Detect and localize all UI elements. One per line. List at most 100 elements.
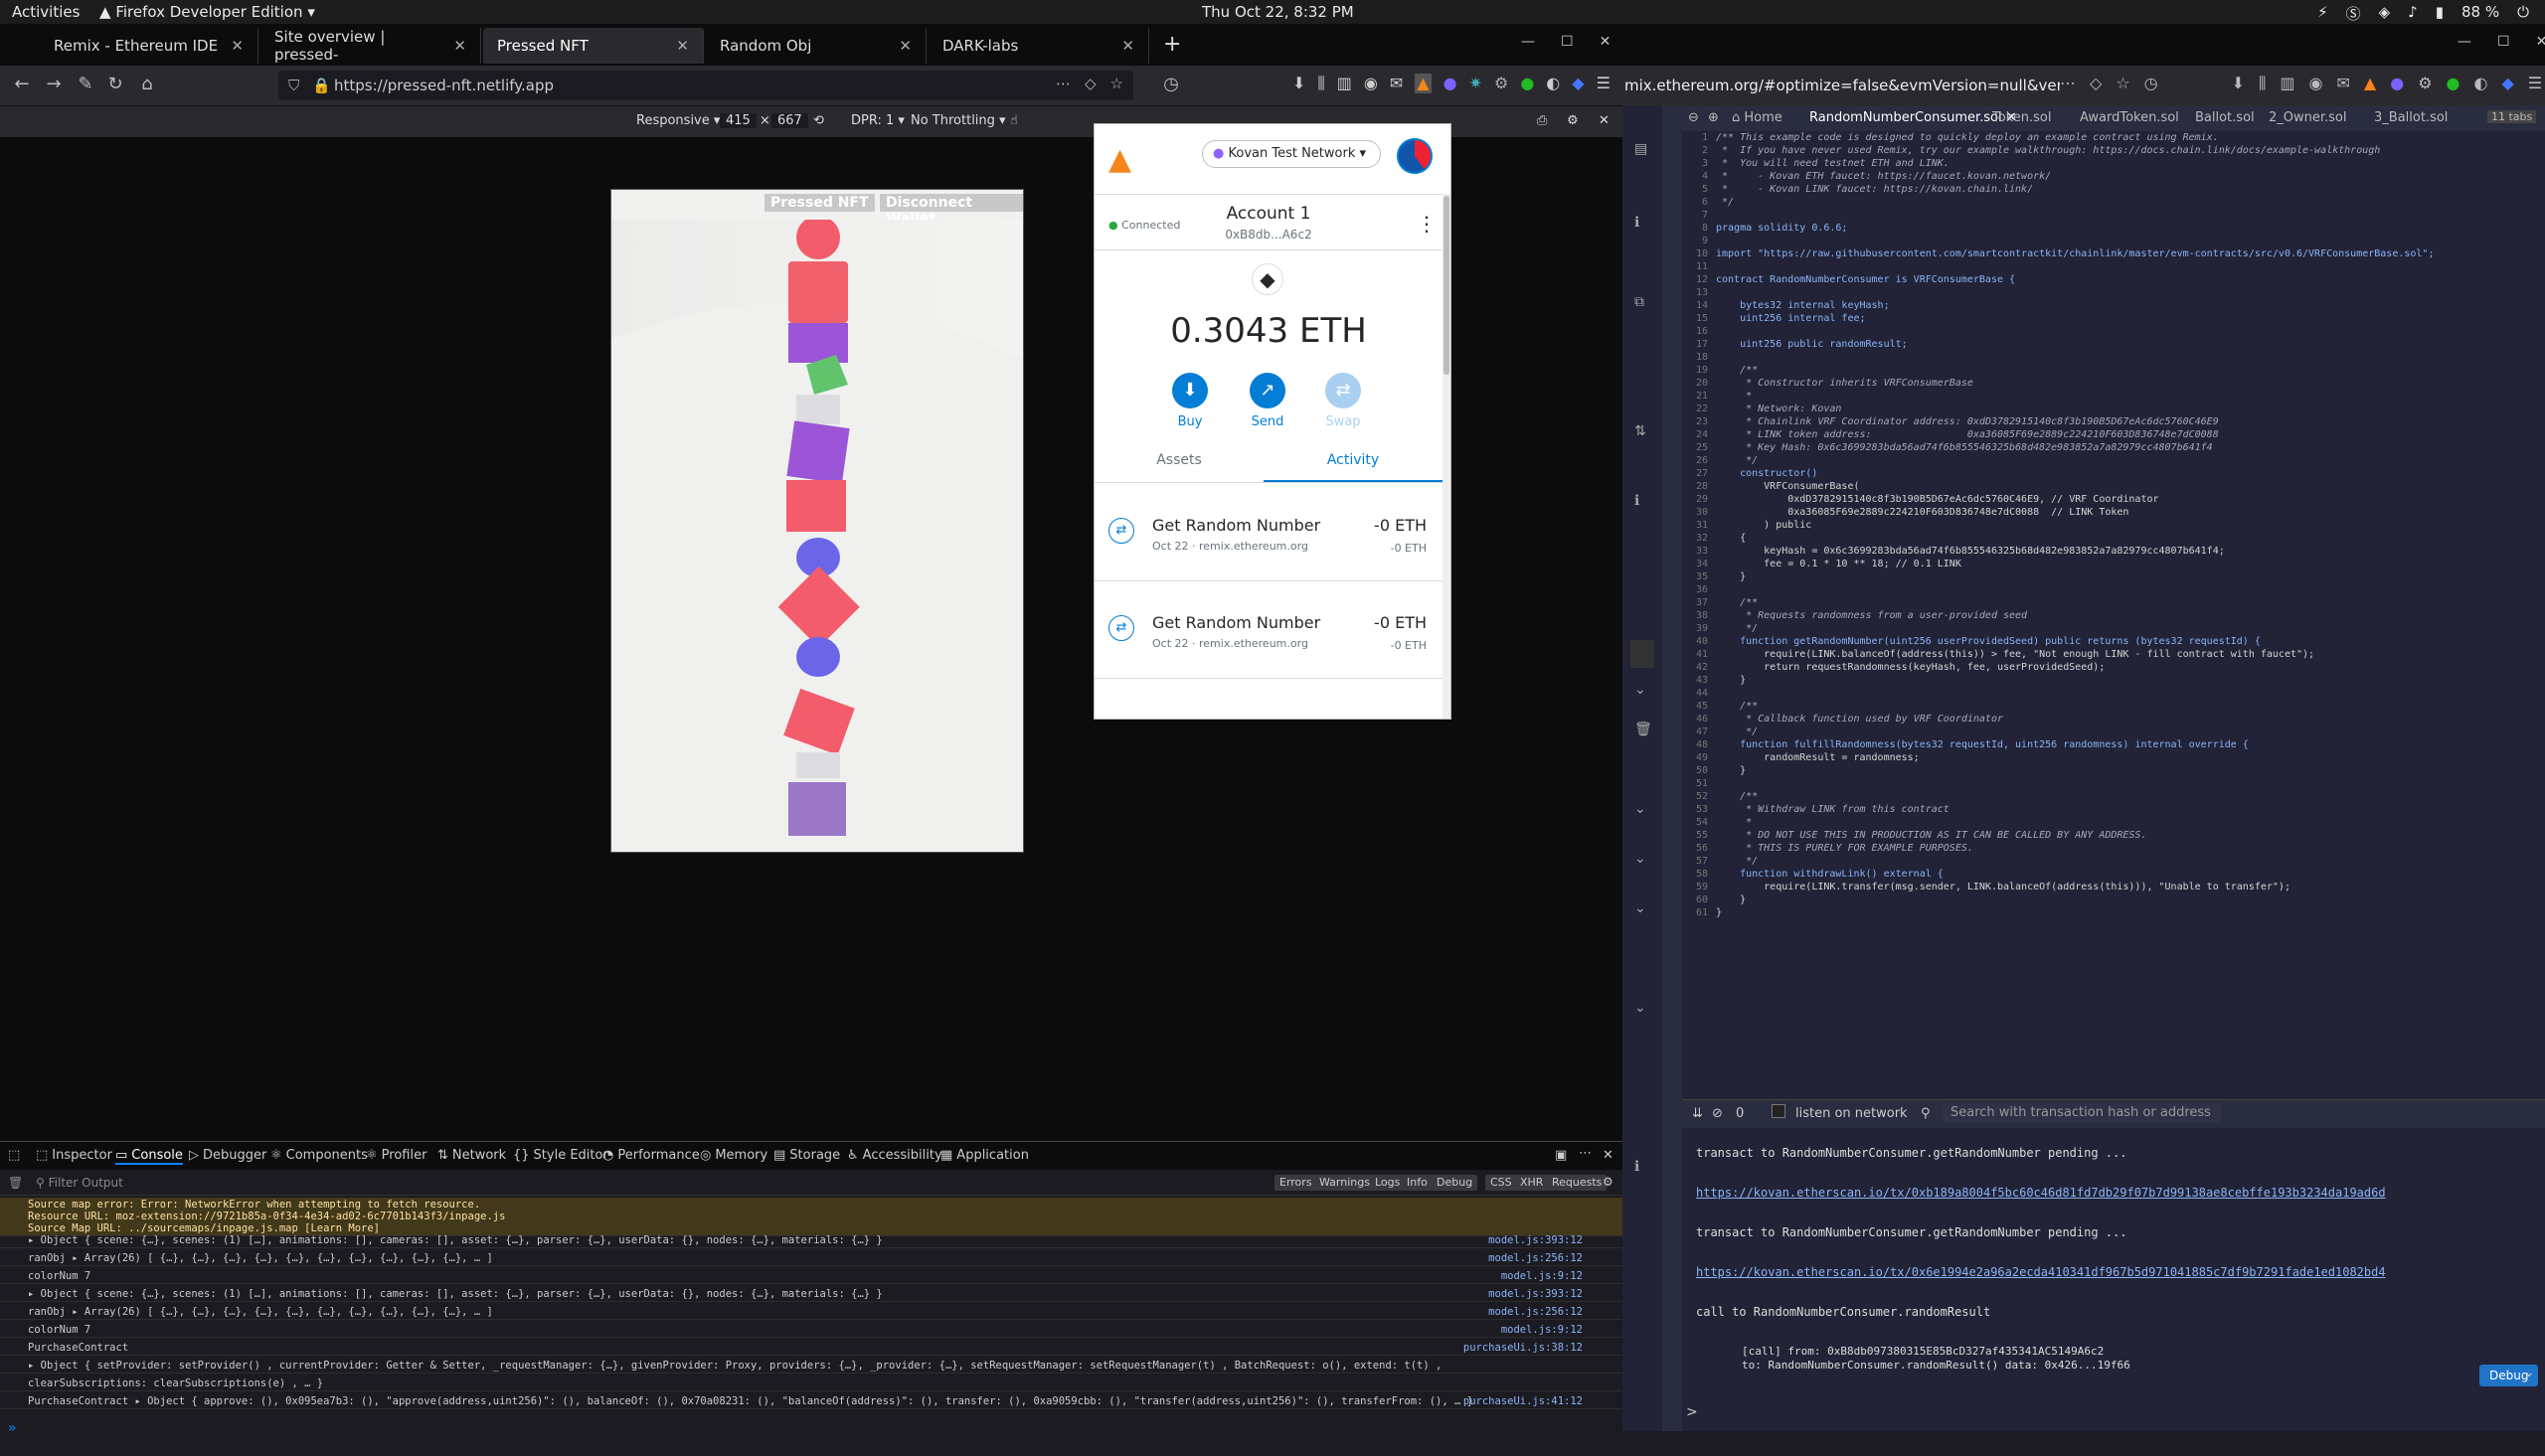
extension-purple-icon[interactable]: ●: [2390, 74, 2404, 93]
file-explorer-icon[interactable]: ▤: [1634, 141, 1647, 157]
nft-3d-stack[interactable]: [611, 220, 1023, 852]
menu-icon[interactable]: ☰: [1597, 74, 1611, 93]
account-avatar[interactable]: [1397, 138, 1433, 174]
tab-owner[interactable]: 2_Owner.sol: [2269, 110, 2347, 125]
activity-item[interactable]: ⇄ Get Random Number -0 ETH Oct 22 · remi…: [1095, 581, 1442, 679]
extension-dark-icon[interactable]: ◐: [1546, 74, 1560, 93]
filter-errors[interactable]: Errors: [1274, 1175, 1317, 1191]
dpr-select[interactable]: DPR: 1 ▾: [851, 113, 905, 128]
tab-3-ballot[interactable]: 3_Ballot.sol: [2374, 110, 2448, 125]
info-icon[interactable]: ℹ: [1634, 493, 1639, 509]
extension-dark-icon[interactable]: ◐: [2474, 74, 2488, 93]
dock-icon[interactable]: ▣: [1555, 1148, 1567, 1163]
devtools-menu-icon[interactable]: ⋯: [1579, 1146, 1592, 1161]
close-devtools-icon[interactable]: ✕: [1603, 1148, 1613, 1163]
filter-input[interactable]: ⚲ Filter Output: [36, 1176, 123, 1190]
tab-style-editor[interactable]: {} Style Editor: [513, 1148, 608, 1163]
info-icon[interactable]: ℹ: [1634, 1159, 1639, 1175]
tab-network[interactable]: ⇅ Network: [437, 1148, 506, 1163]
bookmark-star-icon[interactable]: ☆: [1110, 75, 1123, 92]
info-icon[interactable]: ℹ: [1634, 215, 1639, 231]
reload-icon[interactable]: ↻: [103, 74, 127, 97]
account-icon[interactable]: ◉: [2309, 74, 2323, 93]
tab-home[interactable]: ⌂ Home: [1732, 110, 1782, 125]
library-icon[interactable]: ⫼: [1317, 74, 1324, 93]
console-source-link[interactable]: purchaseUi.js:38:12: [1463, 1342, 1583, 1354]
transaction-search-input[interactable]: Search with transaction hash or address: [1943, 1103, 2221, 1123]
extension-gear-icon[interactable]: ⚙: [2418, 74, 2432, 93]
url-bar[interactable]: ⛉ 🔒 https://pressed-nft.netlify.app ⋯ ◇ ☆: [278, 71, 1133, 100]
tab-console[interactable]: ▭ Console: [115, 1148, 183, 1165]
chevron-down-icon[interactable]: ⌄: [2523, 1365, 2535, 1380]
extension-shield-icon[interactable]: ◆: [1572, 74, 1584, 93]
chevron-down-icon[interactable]: ⌄: [1634, 801, 1646, 817]
console-source-link[interactable]: model.js:393:12: [1488, 1234, 1583, 1246]
close-icon[interactable]: ✕: [676, 37, 689, 55]
filter-info[interactable]: Info: [1402, 1175, 1433, 1191]
filter-warnings[interactable]: Warnings: [1314, 1175, 1375, 1191]
close-icon[interactable]: ✕: [899, 37, 912, 55]
console-source-link[interactable]: model.js:256:12: [1488, 1306, 1583, 1318]
terminal-prompt[interactable]: >: [1686, 1404, 1698, 1420]
scrollbar[interactable]: [1442, 194, 1450, 719]
filter-debug[interactable]: Debug: [1432, 1175, 1478, 1191]
pocket-icon[interactable]: ◇: [2090, 74, 2102, 93]
responsive-mode-select[interactable]: Responsive ▾: [636, 113, 720, 128]
rotate-icon[interactable]: ⟲: [813, 113, 824, 128]
console-message[interactable]: ▸ Object { scene: {…}, scenes: (1) […], …: [0, 1233, 1622, 1248]
tab-profiler[interactable]: ⚛ Profiler: [366, 1148, 426, 1163]
code-area[interactable]: 1 2 3 4 5 6 7 8 9 10 11 12 13 14 15 16 1…: [1682, 131, 2545, 1099]
tab-memory[interactable]: ◎ Memory: [700, 1148, 767, 1163]
account-options-icon[interactable]: ⋮: [1417, 212, 1437, 236]
settings-icon[interactable]: ⚙: [1567, 113, 1579, 128]
menu-icon[interactable]: ☰: [2528, 74, 2542, 93]
close-icon[interactable]: ✕: [453, 37, 466, 55]
filter-css[interactable]: CSS: [1485, 1175, 1517, 1191]
trash-icon[interactable]: 🗑: [1634, 722, 1652, 737]
tab-random-obj[interactable]: Random Obj ✕: [706, 28, 927, 64]
tab-random-number-consumer[interactable]: RandomNumberConsumer.sol ✕: [1809, 110, 2017, 125]
swap-icon[interactable]: ⇅: [1634, 423, 1646, 439]
clear-console-icon[interactable]: ⊘: [1712, 1106, 1723, 1121]
extension-green-icon[interactable]: ●: [2447, 74, 2460, 93]
maximize-icon[interactable]: ☐: [1561, 34, 1574, 50]
buy-button[interactable]: ⬇ Buy: [1170, 373, 1210, 429]
console-message[interactable]: ranObj ▸ Array(26) [ {…}, {…}, {…}, {…},…: [0, 1251, 1622, 1266]
metamask-fox-icon[interactable]: ▲: [2364, 74, 2376, 93]
chevron-down-icon[interactable]: ⌄: [1634, 682, 1646, 698]
screenshot-icon[interactable]: ⎙: [1537, 113, 1547, 128]
minimize-icon[interactable]: —: [2458, 34, 2471, 50]
clock[interactable]: Thu Oct 22, 8:32 PM: [1202, 3, 1354, 21]
tools-icon[interactable]: ✎: [74, 74, 97, 97]
home-icon[interactable]: ⌂: [135, 74, 159, 97]
tab-token[interactable]: Token.sol: [1992, 110, 2051, 125]
tab-components[interactable]: ⚛ Components: [270, 1148, 368, 1163]
filter-xhr[interactable]: XHR: [1515, 1175, 1549, 1191]
console-source-link[interactable]: model.js:256:12: [1488, 1252, 1583, 1264]
account-name[interactable]: Account 1: [1095, 204, 1442, 224]
more-icon[interactable]: ⋯: [1056, 75, 1071, 92]
tab-performance[interactable]: ◔ Performance: [602, 1148, 700, 1163]
network-selector[interactable]: ● Kovan Test Network ▾: [1202, 140, 1381, 168]
bookmark-star-icon[interactable]: ☆: [2116, 74, 2129, 93]
minimize-icon[interactable]: —: [1521, 34, 1535, 50]
extension-icon[interactable]: ✉: [1390, 74, 1403, 93]
downloads-icon[interactable]: ⬇: [1292, 74, 1305, 93]
console-source-link[interactable]: model.js:9:12: [1501, 1324, 1583, 1336]
filter-requests[interactable]: Requests: [1547, 1175, 1608, 1191]
console-message[interactable]: PurchaseContract purchaseUi.js:38:12: [0, 1341, 1622, 1356]
send-button[interactable]: ↗ Send: [1246, 373, 1289, 429]
extension-gear-icon[interactable]: ⚙: [1494, 74, 1508, 93]
activity-tab[interactable]: Activity: [1264, 452, 1442, 482]
extension-green-icon[interactable]: ●: [1520, 74, 1534, 93]
console-message[interactable]: ranObj ▸ Array(26) [ {…}, {…}, {…}, {…},…: [0, 1305, 1622, 1320]
tab-count-badge[interactable]: 11 tabs: [2487, 110, 2537, 123]
close-icon[interactable]: ✕: [1121, 37, 1134, 55]
console-message[interactable]: clearSubscriptions: clearSubscriptions(e…: [0, 1376, 1622, 1391]
viewport-height-input[interactable]: 667: [771, 113, 808, 128]
console-message[interactable]: ▸ Object { setProvider: setProvider() , …: [0, 1359, 1622, 1374]
tab-inspector[interactable]: ⬚ Inspector: [36, 1148, 112, 1163]
history-icon[interactable]: ◷: [1159, 74, 1183, 97]
pressed-nft-button[interactable]: Pressed NFT: [764, 194, 875, 212]
tab-accessibility[interactable]: ♿ Accessibility: [847, 1148, 942, 1163]
